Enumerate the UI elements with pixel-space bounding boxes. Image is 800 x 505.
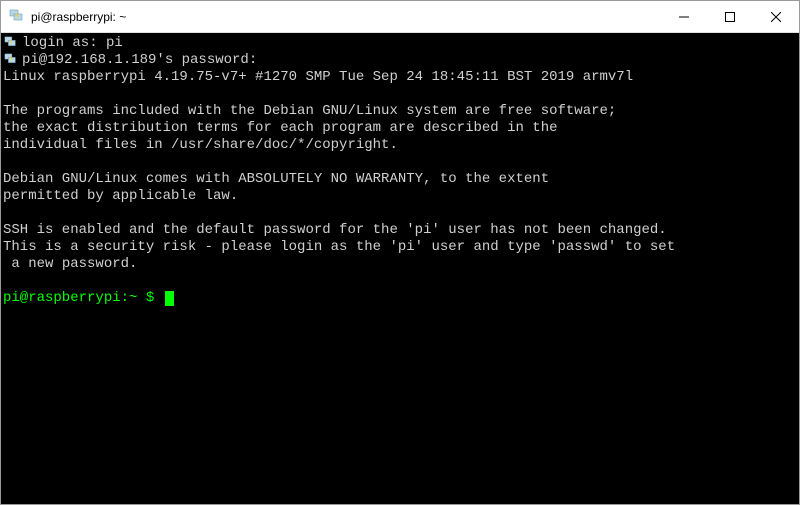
cursor-block [165,291,174,306]
putty-icon [9,9,25,25]
ssh-warning: a new password. [3,256,797,273]
blank-line [3,205,797,222]
motd-text: Debian GNU/Linux comes with ABSOLUTELY N… [3,171,797,188]
password-line: pi@192.168.1.189's password: [3,52,797,69]
motd-text: the exact distribution terms for each pr… [3,120,797,137]
putty-session-icon [3,35,19,51]
motd-text: individual files in /usr/share/doc/*/cop… [3,137,797,154]
ssh-warning: This is a security risk - please login a… [3,239,797,256]
terminal-area[interactable]: login as: pipi@192.168.1.189's password:… [1,33,799,504]
blank-line [3,86,797,103]
blank-line [3,154,797,171]
titlebar[interactable]: pi@raspberrypi: ~ [1,1,799,33]
shell-prompt[interactable]: pi@raspberrypi:~ $ [3,290,797,307]
blank-line [3,273,797,290]
password-prompt: pi@192.168.1.189's password: [22,52,257,69]
putty-session-icon [3,52,19,68]
window-controls [661,1,799,32]
prompt-sigil: $ [137,290,162,306]
prompt-user-host: pi@raspberrypi [3,290,121,306]
close-button[interactable] [753,1,799,32]
login-label: login as: [22,35,98,52]
minimize-button[interactable] [661,1,707,32]
ssh-warning: SSH is enabled and the default password … [3,222,797,239]
login-line: login as: pi [3,35,797,52]
window-title: pi@raspberrypi: ~ [31,10,126,24]
motd-text: The programs included with the Debian GN… [3,103,797,120]
prompt-colon: : [121,290,129,306]
motd-text: permitted by applicable law. [3,188,797,205]
putty-window: pi@raspberrypi: ~ login as: pipi@192.168… [0,0,800,505]
maximize-button[interactable] [707,1,753,32]
login-user: pi [106,35,123,52]
motd-kernel: Linux raspberrypi 4.19.75-v7+ #1270 SMP … [3,69,797,86]
